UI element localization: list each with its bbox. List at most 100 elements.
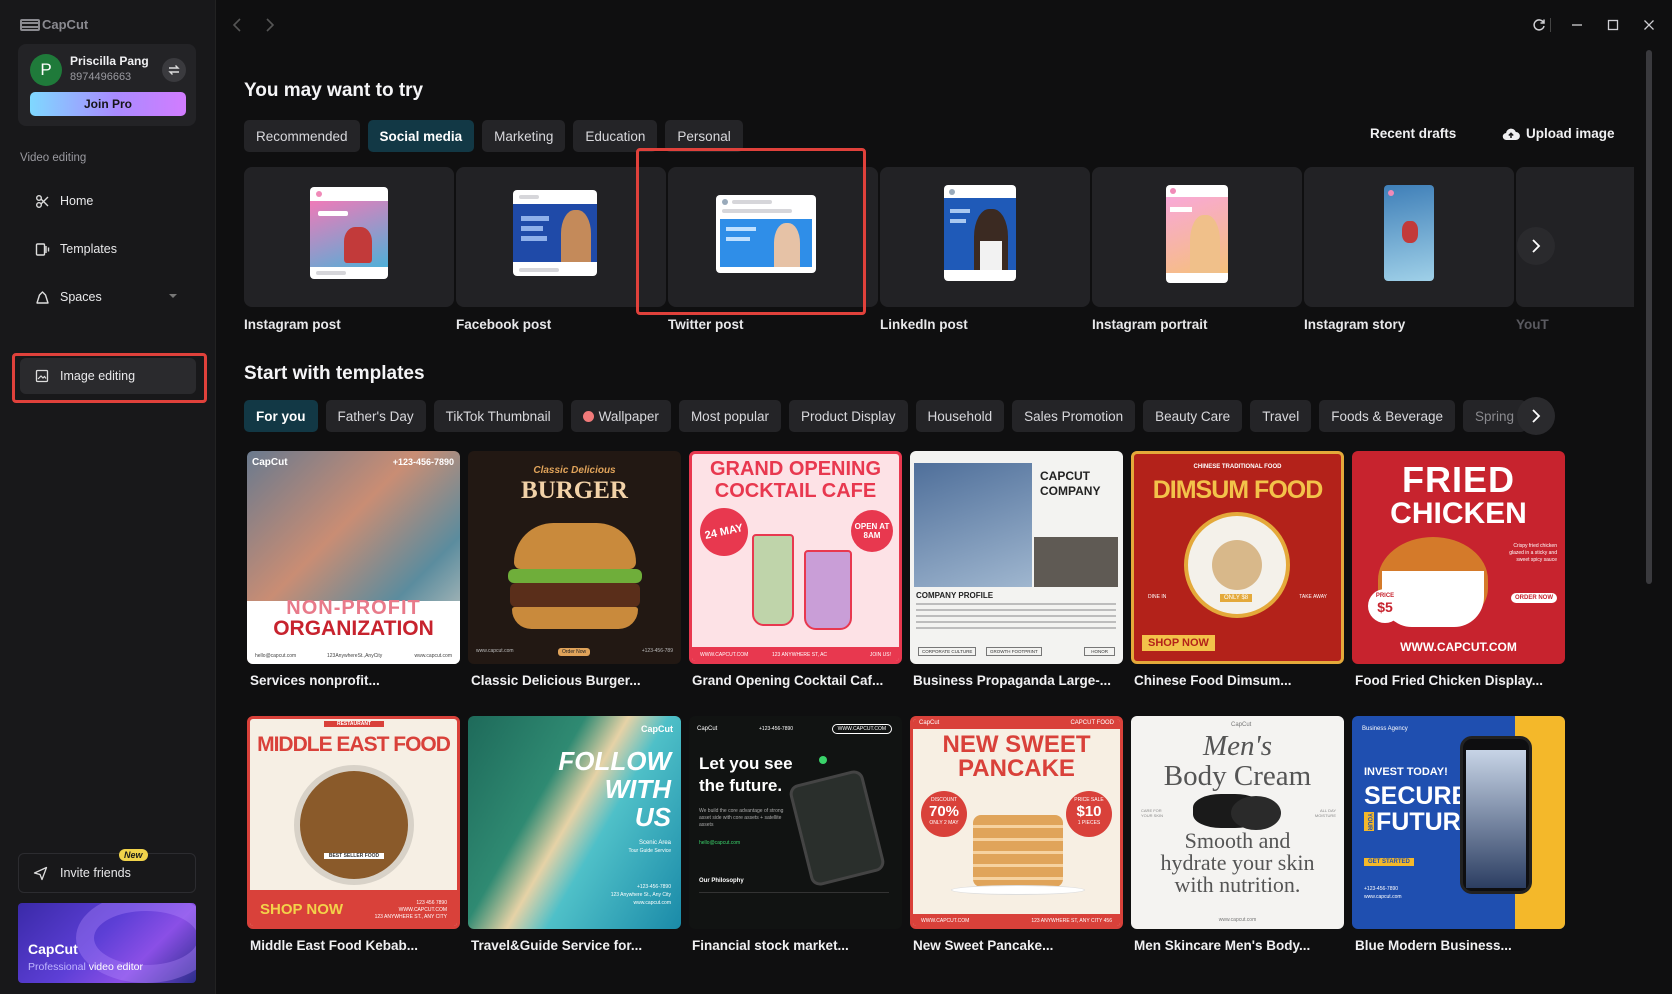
nav-section-video-editing: Video editing [20, 152, 87, 164]
poster-line: GRAND OPENING [709, 458, 882, 480]
user-id: 8974496663 [70, 71, 132, 83]
poster-badge: 24 MAY [695, 503, 753, 561]
template-card[interactable]: RESTAURANT MIDDLE EAST FOOD BEST SELLER … [247, 716, 460, 953]
card-twitter-post[interactable]: Twitter post [668, 167, 878, 332]
card-linkedin-post[interactable]: LinkedIn post [880, 167, 1090, 332]
recent-drafts-link[interactable]: Recent drafts [1370, 126, 1456, 141]
filters-next-button[interactable] [1517, 397, 1555, 435]
capcut-app: CapCut P Priscilla Pang 8974496663 Join … [0, 0, 1672, 994]
filter-for-you[interactable]: For you [244, 400, 318, 432]
poster-small: hello@capcut.com [255, 653, 297, 659]
template-card[interactable]: CAPCUT COMPANY COMPANY PROFILE CORPORATE… [910, 451, 1123, 688]
card-thumb [668, 167, 878, 307]
tab-recommended[interactable]: Recommended [244, 120, 360, 152]
poster-small: TAKE AWAY [1299, 594, 1327, 600]
tab-social-media[interactable]: Social media [367, 120, 475, 152]
poster-small: WWW.CAPCUT.COM [398, 907, 447, 913]
poster-badge: OPEN AT 8AM [851, 510, 893, 552]
chevron-down-icon[interactable] [168, 292, 178, 300]
card-thumb [1092, 167, 1302, 307]
template-card[interactable]: CapCut +123-456-7890 NON-PROFIT ORGANIZA… [247, 451, 460, 688]
tab-education[interactable]: Education [573, 120, 658, 152]
cloud-upload-icon [1502, 128, 1520, 140]
card-label: Instagram story [1304, 317, 1406, 332]
poster-small: $5 [1377, 599, 1393, 615]
poster-small: CARE FOR YOUR SKIN [1141, 808, 1164, 818]
poster-line: RESTAURANT [324, 721, 384, 727]
invite-friends-button[interactable]: Invite friends New [18, 849, 196, 893]
template-caption: Classic Delicious Burger... [471, 673, 641, 688]
filter-travel[interactable]: Travel [1250, 400, 1312, 432]
promo-sub-a: Professional [28, 961, 86, 973]
filter-foods-beverage[interactable]: Foods & Beverage [1319, 400, 1456, 432]
try-cards-next-button[interactable] [1517, 227, 1555, 265]
template-card[interactable]: Classic Delicious BURGER www.capcut.com … [468, 451, 681, 688]
card-thumb [244, 167, 454, 307]
filter-most-popular[interactable]: Most popular [678, 400, 781, 432]
poster-small: CAPCUT FOOD [1070, 720, 1114, 726]
poster-line: MIDDLE EAST FOOD [257, 733, 451, 756]
promo-subtitle: Professional video editor [28, 961, 143, 973]
filter-fathers-day[interactable]: Father's Day [325, 400, 426, 432]
poster-small: www.capcut.com [476, 648, 514, 654]
join-pro-button[interactable]: Join Pro [30, 92, 186, 116]
poster-line: COCKTAIL CAFE [714, 480, 877, 502]
tab-marketing[interactable]: Marketing [482, 120, 566, 152]
card-instagram-story[interactable]: Instagram story [1304, 167, 1514, 332]
poster-line: WWW.CAPCUT.COM [1400, 640, 1517, 654]
sidebar-item-label: Home [60, 194, 94, 208]
template-card[interactable]: CapCut Men's Body Cream CARE FOR YOUR SK… [1131, 716, 1344, 953]
upload-image-button[interactable]: Upload image [1502, 126, 1615, 141]
poster-small: ONLY 2 MAY [929, 820, 959, 826]
card-instagram-portrait[interactable]: Instagram portrait [1092, 167, 1302, 332]
template-thumb-dimsum: CHINESE TRADITIONAL FOOD DIMSUM FOOD ONL… [1131, 451, 1344, 664]
template-filter-tabs: For you Father's Day TikTok Thumbnail Wa… [244, 400, 1544, 432]
template-card[interactable]: FRIED CHICKEN PRICE $5 ORDER NOW Crispy f… [1352, 451, 1565, 688]
template-caption: Food Fried Chicken Display... [1355, 673, 1544, 688]
card-facebook-post[interactable]: Facebook post [456, 167, 666, 332]
card-instagram-post[interactable]: Instagram post [244, 167, 454, 332]
poster-brand: CapCut [252, 457, 288, 468]
template-card[interactable]: Business Agency INVEST TODAY! SECURE YOU… [1352, 716, 1565, 953]
template-thumb-pancake: CapCut CAPCUT FOOD NEW SWEET PANCAKE DIS… [910, 716, 1123, 929]
template-card[interactable]: CapCut +123-456-7890 WWW.CAPCUT.COM Let … [689, 716, 902, 953]
filter-sales-promotion[interactable]: Sales Promotion [1012, 400, 1136, 432]
poster-line: Let you see [699, 754, 793, 773]
avatar[interactable]: P [30, 54, 62, 86]
sidebar-item-spaces[interactable]: Spaces [20, 279, 196, 315]
palette-icon [582, 410, 594, 422]
filter-beauty-care[interactable]: Beauty Care [1143, 400, 1243, 432]
sidebar-item-home[interactable]: Home [20, 183, 196, 219]
poster-line: US [634, 802, 671, 832]
template-card[interactable]: CapCut FOLLOW WITH US Scenic Area Tour G… [468, 716, 681, 953]
template-card[interactable]: GRAND OPENING COCKTAIL CAFE 24 MAY OPEN … [689, 451, 902, 688]
scrollbar[interactable] [1646, 50, 1652, 584]
poster-line: PANCAKE [958, 755, 1075, 782]
card-label: Facebook post [456, 317, 552, 332]
poster-line: WITH [604, 774, 671, 804]
poster-line: Men's [1202, 730, 1273, 762]
filter-label: Wallpaper [598, 408, 659, 424]
template-thumb-middle-east: RESTAURANT MIDDLE EAST FOOD BEST SELLER … [247, 716, 460, 929]
poster-small: BEST SELLER FOOD [324, 853, 384, 859]
switch-account-button[interactable] [162, 58, 186, 82]
promo-sub-b: video editor [85, 961, 143, 973]
poster-line: DIMSUM FOOD [1152, 476, 1324, 504]
sidebar-item-image-editing[interactable]: Image editing [20, 358, 196, 394]
swap-icon [168, 65, 180, 75]
app-name: CapCut [42, 17, 89, 32]
template-card[interactable]: CHINESE TRADITIONAL FOOD DIMSUM FOOD ONL… [1131, 451, 1344, 688]
template-card[interactable]: CapCut CAPCUT FOOD NEW SWEET PANCAKE DIS… [910, 716, 1123, 953]
filter-product-display[interactable]: Product Display [788, 400, 908, 432]
filter-tiktok-thumbnail[interactable]: TikTok Thumbnail [433, 400, 563, 432]
sidebar-item-templates[interactable]: Templates [20, 231, 196, 267]
poster-small: $10 [1076, 803, 1102, 820]
poster-small: 123 ANYWHERE ST., ANY CITY [374, 914, 447, 920]
template-caption: New Sweet Pancake... [913, 938, 1054, 953]
filter-wallpaper[interactable]: Wallpaper [570, 400, 671, 432]
tab-personal[interactable]: Personal [665, 120, 743, 152]
chevron-right-icon [1532, 239, 1541, 253]
filter-household[interactable]: Household [915, 400, 1005, 432]
promo-banner[interactable]: CapCut Professional video editor [18, 903, 196, 983]
poster-small: Tour Guide Service [628, 848, 671, 854]
